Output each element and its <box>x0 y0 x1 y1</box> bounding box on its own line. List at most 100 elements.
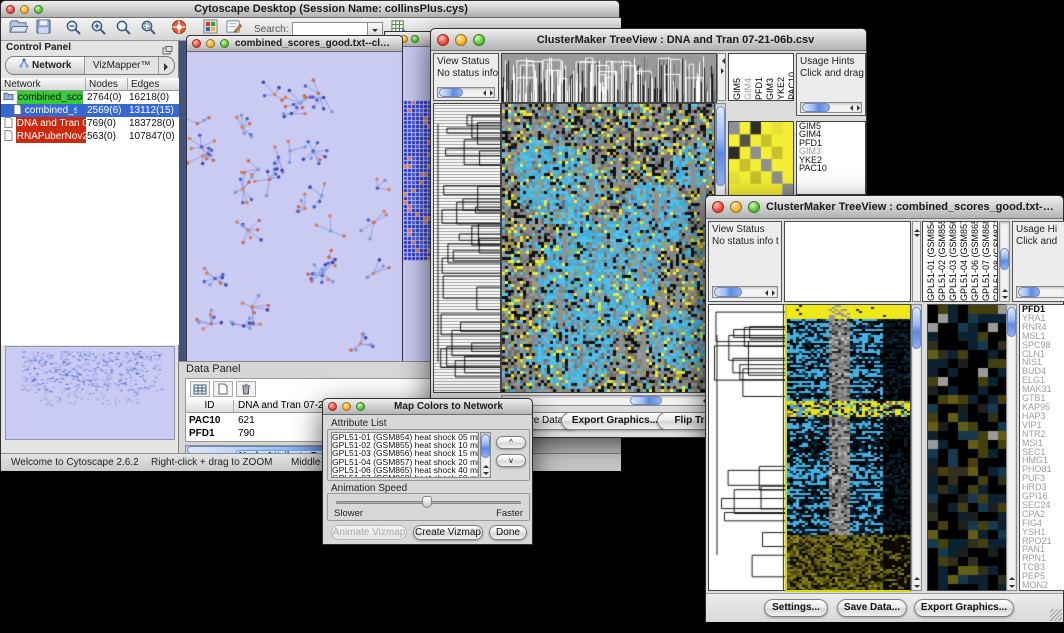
main-titlebar[interactable]: Cytoscape Desktop (Session Name: collins… <box>1 1 619 18</box>
zoom-button[interactable] <box>356 402 365 411</box>
column-label[interactable]: GPL51-03 (GSM856) <box>948 221 958 301</box>
scroll-down-icon[interactable] <box>483 472 489 475</box>
attribute-item[interactable]: GPL51-07 (GSM868) heat shock 60 min <box>332 474 478 478</box>
zoom-selected-icon[interactable] <box>140 19 157 40</box>
done-button[interactable]: Done <box>489 525 527 540</box>
column-label[interactable]: PAC10 <box>787 72 794 100</box>
row-dendrogram[interactable] <box>708 304 786 591</box>
heatmap[interactable] <box>501 103 715 393</box>
close-button[interactable] <box>712 201 724 213</box>
scroll-up-icon[interactable] <box>483 465 489 468</box>
table-icon[interactable] <box>190 381 210 397</box>
column-label[interactable]: GPL51-04 (GSM857) <box>959 221 969 301</box>
network-view-titlebar[interactable]: combined_scores_good.txt--cluste... <box>187 36 402 52</box>
column-label[interactable]: GPL51-06 (GSM865) <box>970 221 980 301</box>
move-up-button[interactable]: ^ <box>496 436 526 449</box>
scrollbar-thumb[interactable] <box>714 287 742 297</box>
heatmap-vscrollbar[interactable] <box>911 304 922 591</box>
hints-scrollbar[interactable] <box>1016 286 1064 298</box>
save-icon[interactable] <box>36 19 51 39</box>
scroll-up-icon[interactable] <box>1002 289 1008 292</box>
data-column-id[interactable]: ID <box>186 400 234 413</box>
column-header-nodes[interactable]: Nodes <box>86 78 128 91</box>
close-button[interactable] <box>6 5 15 14</box>
column-dendrogram[interactable] <box>501 53 717 103</box>
delete-attribute-icon[interactable] <box>236 381 256 397</box>
column-scroll-strip[interactable] <box>912 221 921 302</box>
help-icon[interactable] <box>171 19 187 40</box>
network-row[interactable]: RNAPuberNov2+| 563(0) 107847(0) <box>1 130 179 143</box>
save-data-button[interactable]: Save Data... <box>837 599 907 617</box>
hints-scrollbar[interactable] <box>800 102 862 113</box>
network-row[interactable]: combined_scores 2764(0) 16218(0) <box>1 91 179 104</box>
scroll-right-icon[interactable] <box>490 90 493 96</box>
column-label[interactable]: GIM4 <box>743 78 753 100</box>
close-button[interactable] <box>192 39 201 48</box>
column-label[interactable]: GPL51-01 (GSM854) <box>926 221 936 301</box>
scrollbar-thumb[interactable] <box>1000 248 1009 270</box>
tab-overflow-button[interactable] <box>158 57 174 74</box>
attribute-list[interactable]: GPL51-01 (GSM854) heat shock 05 min GPL5… <box>331 432 479 478</box>
zoom-vscrollbar[interactable] <box>1006 304 1017 591</box>
row-label[interactable]: MON2 <box>1022 581 1064 590</box>
scroll-up-icon[interactable] <box>914 577 920 580</box>
scrollbar-thumb[interactable] <box>802 103 830 112</box>
column-label[interactable]: PFD1 <box>754 77 764 100</box>
new-attribute-icon[interactable] <box>213 381 233 397</box>
column-dendrogram-area[interactable] <box>784 221 911 302</box>
network-canvas-1[interactable] <box>187 52 402 361</box>
minimize-button[interactable] <box>206 39 215 48</box>
scrollbar-thumb[interactable] <box>630 396 662 405</box>
close-button[interactable] <box>437 34 449 46</box>
zoom-in-icon[interactable] <box>90 19 107 40</box>
network-row-selected[interactable]: combined_sco 2569(6) 13112(15) <box>1 104 179 117</box>
open-file-icon[interactable] <box>9 19 28 39</box>
zoom-heatmap[interactable] <box>927 304 1007 591</box>
scrollbar-thumb[interactable] <box>439 88 463 97</box>
row-label[interactable]: PAC10 <box>799 164 865 172</box>
row-dendrogram[interactable] <box>433 103 501 393</box>
scroll-left-icon[interactable] <box>850 105 853 111</box>
settings-button[interactable]: Settings... <box>764 599 828 617</box>
zoom-button[interactable] <box>220 39 229 48</box>
speed-slider-thumb[interactable] <box>422 496 432 508</box>
move-down-button[interactable]: v <box>496 454 526 467</box>
zoom-button[interactable] <box>473 34 485 46</box>
scrollbar-thumb[interactable] <box>481 434 490 458</box>
minimize-button[interactable] <box>20 5 29 14</box>
scroll-down-icon[interactable] <box>1002 296 1008 299</box>
scroll-up-icon[interactable] <box>1009 577 1015 580</box>
column-label[interactable]: GPL51-08 (GSM872) <box>992 221 998 301</box>
scroll-right-icon[interactable] <box>857 105 860 111</box>
zoom-out-icon[interactable] <box>65 19 82 40</box>
export-graphics-button[interactable]: Export Graphics... <box>561 412 669 430</box>
scroll-down-icon[interactable] <box>1009 585 1015 588</box>
zoom-button[interactable] <box>34 5 43 14</box>
resize-grip[interactable] <box>1050 609 1062 621</box>
correlation-matrix[interactable] <box>728 121 794 197</box>
minimize-button[interactable] <box>342 402 351 411</box>
scroll-down-icon[interactable] <box>914 234 920 240</box>
scrollbar-thumb[interactable] <box>1007 307 1016 337</box>
status-scrollbar[interactable] <box>712 286 778 298</box>
tab-network[interactable]: Network <box>6 57 84 74</box>
zoom-fit-icon[interactable] <box>115 19 132 40</box>
column-labels-scrollbar[interactable] <box>999 221 1010 302</box>
column-label[interactable]: GIM3 <box>765 78 775 100</box>
scroll-down-icon[interactable] <box>914 585 920 588</box>
animate-vizmap-button[interactable]: Animate Vizmap <box>331 525 407 540</box>
tab-vizmapper[interactable]: VizMapper™ <box>84 57 158 74</box>
scroll-left-icon[interactable] <box>719 58 725 64</box>
export-graphics-button[interactable]: Export Graphics... <box>914 599 1014 617</box>
column-scroll-strip[interactable] <box>717 53 726 101</box>
zoom-button[interactable] <box>411 35 419 43</box>
status-scrollbar[interactable] <box>437 87 495 98</box>
close-button[interactable] <box>328 402 337 411</box>
attribute-list-scrollbar[interactable] <box>480 432 491 478</box>
column-label[interactable]: GIM5 <box>732 78 742 100</box>
scroll-left-icon[interactable] <box>765 290 768 296</box>
scroll-right-icon[interactable] <box>721 68 727 74</box>
create-vizmap-button[interactable]: Create Vizmap <box>413 525 483 540</box>
scrollbar-thumb[interactable] <box>912 307 921 349</box>
scrollbar-thumb[interactable] <box>716 106 725 186</box>
